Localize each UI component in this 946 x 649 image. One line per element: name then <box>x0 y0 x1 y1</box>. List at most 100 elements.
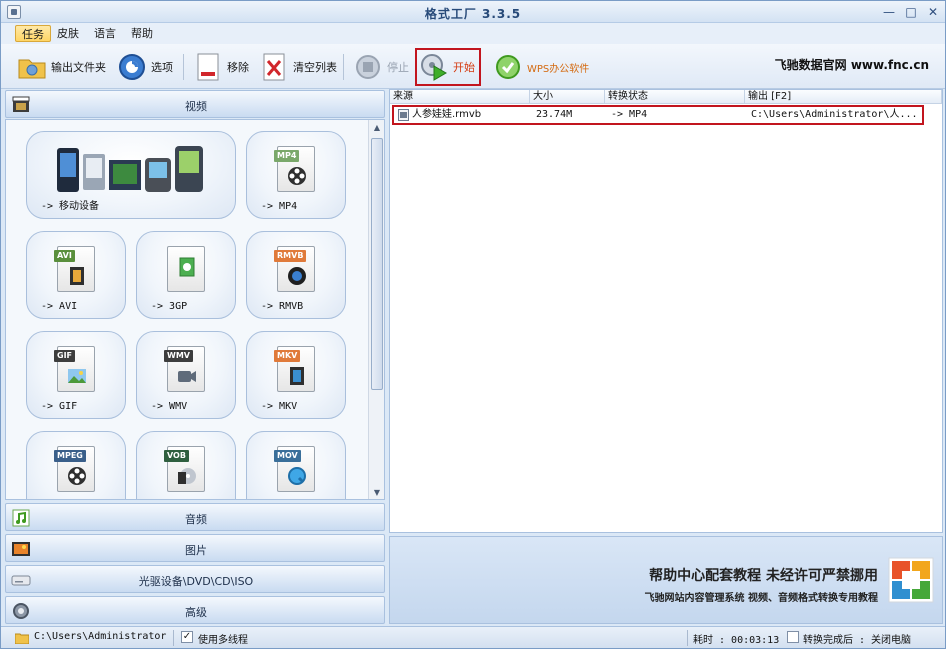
format-tile-3gp[interactable]: -> 3GP <box>136 231 236 319</box>
task-list-header: 来源 大小 转换状态 输出 [F2] <box>390 90 942 104</box>
format-tile-avi[interactable]: AVI -> AVI <box>26 231 126 319</box>
banner-title: 帮助中心配套教程 未经许可严禁挪用 <box>649 568 878 584</box>
film-strip-icon <box>290 367 304 385</box>
scroll-down-icon[interactable]: ▼ <box>369 485 384 499</box>
maximize-icon[interactable]: □ <box>903 4 919 20</box>
menu-skin[interactable]: 皮肤 <box>51 25 85 42</box>
after-convert-label: 转换完成后 : 关闭电脑 <box>803 635 912 646</box>
format-grid-scrollbar[interactable]: ▲ ▼ <box>368 120 384 499</box>
stop-button[interactable]: 停止 <box>353 48 409 86</box>
clear-list-button[interactable]: 清空列表 <box>259 48 337 86</box>
category-audio[interactable]: 音频 <box>5 503 385 531</box>
format-tile-rmvb[interactable]: RMVB -> RMVB <box>246 231 346 319</box>
after-convert-checkbox[interactable] <box>787 631 799 643</box>
close-icon[interactable]: ✕ <box>925 4 941 20</box>
mobile-devices-icon <box>57 146 203 192</box>
app-window: 格式工厂 3.3.5 — □ ✕ 任务 皮肤 语言 帮助 输出文件夹 选项 移除… <box>0 0 946 649</box>
options-button[interactable]: 选项 <box>117 48 173 86</box>
tile-label: -> 移动设备 <box>41 201 100 212</box>
wmv-icon: WMV <box>164 346 205 392</box>
menu-help[interactable]: 帮助 <box>125 25 159 42</box>
film-reel-icon <box>288 167 306 185</box>
multithread-label: 使用多线程 <box>198 635 248 646</box>
category-picture[interactable]: 图片 <box>5 534 385 562</box>
multithread-checkbox[interactable]: ✓ <box>181 631 193 643</box>
3gp-icon <box>167 246 205 292</box>
window-title: 格式工厂 3.3.5 <box>424 7 522 21</box>
menu-task[interactable]: 任务 <box>15 25 51 42</box>
format-tile-mov[interactable]: MOV <box>246 431 346 499</box>
format-tile-mpeg[interactable]: MPEG <box>26 431 126 499</box>
format-tile-vob[interactable]: VOB <box>136 431 236 499</box>
phone-film-icon <box>179 257 195 277</box>
banner-subtitle: 飞驰网站内容管理系统 视频、音频格式转换专用教程 <box>644 593 878 604</box>
help-banner: 帮助中心配套教程 未经许可严禁挪用 飞驰网站内容管理系统 视频、音频格式转换专用… <box>389 536 943 624</box>
start-label: 开始 <box>453 61 475 74</box>
tile-label: -> MP4 <box>261 201 298 212</box>
status-bar: C:\Users\Administrator ✓ 使用多线程 耗时 : 00:0… <box>1 626 945 648</box>
start-button[interactable]: 开始 <box>415 48 481 86</box>
start-play-icon <box>419 52 449 82</box>
output-path[interactable]: C:\Users\Administrator <box>34 631 166 642</box>
category-panel: 视频 -> 移动设备 MP4 -> MP4 AVI -> AVI -> 3GP … <box>5 90 385 624</box>
scroll-thumb[interactable] <box>371 138 383 390</box>
vob-icon: VOB <box>164 446 205 492</box>
column-source[interactable]: 来源 <box>390 90 530 104</box>
film-strip-icon <box>70 267 84 285</box>
mpeg-icon: MPEG <box>54 446 95 492</box>
task-status: -> MP4 <box>611 109 648 120</box>
format-tile-wmv[interactable]: WMV -> WMV <box>136 331 236 419</box>
clear-list-label: 清空列表 <box>293 61 337 74</box>
category-advanced[interactable]: 高级 <box>5 596 385 624</box>
real-media-icon <box>288 267 306 285</box>
film-reel-icon <box>68 467 86 485</box>
remove-label: 移除 <box>227 61 249 74</box>
folder-icon <box>17 52 47 82</box>
category-advanced-label: 高级 <box>185 606 207 619</box>
column-size[interactable]: 大小 <box>530 90 605 104</box>
category-disc-label: 光驱设备\DVD\CD\ISO <box>138 575 254 588</box>
tile-label: -> AVI <box>41 301 78 312</box>
landscape-image-icon <box>68 369 86 383</box>
wps-button[interactable]: WPS办公软件 <box>493 48 589 86</box>
column-output[interactable]: 输出 [F2] <box>745 90 942 104</box>
format-tile-mobile[interactable]: -> 移动设备 <box>26 131 236 219</box>
column-status[interactable]: 转换状态 <box>605 90 745 104</box>
category-picture-label: 图片 <box>185 544 207 557</box>
gif-icon: GIF <box>54 346 95 392</box>
wps-logo-icon <box>493 52 523 82</box>
mkv-icon: MKV <box>274 346 315 392</box>
wps-label: WPS办公软件 <box>527 63 590 75</box>
format-tile-gif[interactable]: GIF -> GIF <box>26 331 126 419</box>
clear-list-icon <box>259 52 289 82</box>
output-folder-button[interactable]: 输出文件夹 <box>17 48 106 86</box>
format-tile-mkv[interactable]: MKV -> MKV <box>246 331 346 419</box>
remove-button[interactable]: 移除 <box>193 48 249 86</box>
task-list: 来源 大小 转换状态 输出 [F2] 人参娃娃.rmvb 23.74M -> M… <box>389 89 943 533</box>
task-row[interactable]: 人参娃娃.rmvb 23.74M -> MP4 C:\Users\Adminis… <box>392 105 924 125</box>
minimize-icon[interactable]: — <box>881 4 897 20</box>
options-label: 选项 <box>151 61 173 74</box>
stop-icon <box>353 52 383 82</box>
elapsed-time: 耗时 : 00:03:13 <box>693 635 780 646</box>
stop-label: 停止 <box>387 61 409 74</box>
tile-label: -> 3GP <box>151 301 188 312</box>
category-audio-label: 音频 <box>185 513 207 526</box>
scroll-up-icon[interactable]: ▲ <box>369 120 384 136</box>
remove-document-icon <box>193 52 223 82</box>
rmvb-icon: RMVB <box>274 246 315 292</box>
tile-label: -> MKV <box>261 401 298 412</box>
category-disc[interactable]: 光驱设备\DVD\CD\ISO <box>5 565 385 593</box>
options-gear-icon <box>117 52 147 82</box>
format-tile-mp4[interactable]: MP4 -> MP4 <box>246 131 346 219</box>
quicktime-icon <box>288 467 306 485</box>
format-grid: -> 移动设备 MP4 -> MP4 AVI -> AVI -> 3GP RMV… <box>5 119 385 500</box>
status-divider <box>687 630 688 646</box>
category-video[interactable]: 视频 <box>5 90 385 118</box>
status-divider <box>173 630 174 646</box>
menu-language[interactable]: 语言 <box>88 25 122 42</box>
toolbar-divider <box>343 54 344 80</box>
dvd-disc-icon <box>178 468 196 484</box>
mp4-icon: MP4 <box>274 146 315 192</box>
mov-icon: MOV <box>274 446 315 492</box>
